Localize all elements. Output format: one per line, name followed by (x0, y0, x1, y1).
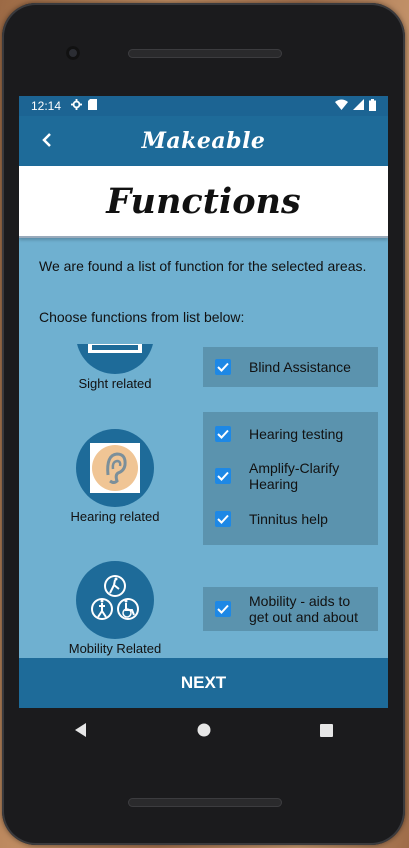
earpiece-speaker (128, 49, 282, 58)
category-label-sight: Sight related (78, 376, 152, 391)
function-label: Tinnitus help (249, 511, 328, 527)
function-item-mobility-aids[interactable]: Mobility - aids to get out and about (203, 587, 378, 631)
settings-icon (71, 99, 83, 113)
category-label-mobility: Mobility Related (68, 641, 162, 656)
function-item-hearing-testing[interactable]: Hearing testing (203, 416, 378, 452)
nav-home-button[interactable] (184, 710, 224, 750)
page-header: Functions (19, 166, 388, 238)
function-item-blind-assistance[interactable]: Blind Assistance (203, 347, 378, 387)
category-label-hearing: Hearing related (70, 509, 160, 524)
android-nav-bar (19, 708, 388, 752)
function-item-amplify-clarify[interactable]: Amplify-Clarify Hearing (203, 452, 378, 500)
checkbox-checked-icon[interactable] (215, 426, 231, 442)
triangle-back-icon (74, 723, 86, 737)
circle-home-icon (197, 723, 210, 737)
next-button[interactable]: NEXT (19, 658, 388, 708)
status-time: 12:14 (31, 99, 62, 113)
bottom-speaker (128, 798, 282, 807)
square-recents-icon (320, 723, 333, 737)
app-bar: Makeable (19, 116, 388, 166)
checkbox-checked-icon[interactable] (215, 359, 231, 375)
function-item-tinnitus-help[interactable]: Tinnitus help (203, 500, 378, 538)
function-label: Mobility - aids to get out and about (249, 593, 358, 625)
page-title: Functions (106, 180, 301, 222)
nav-recents-button[interactable] (307, 710, 347, 750)
app-title: Makeable (141, 128, 266, 154)
category-icon-sight (76, 344, 154, 374)
checkbox-checked-icon[interactable] (215, 601, 231, 617)
next-button-label: NEXT (180, 673, 227, 692)
nav-back-button[interactable] (61, 710, 101, 750)
checkbox-checked-icon[interactable] (215, 511, 231, 527)
battery-icon (369, 98, 376, 114)
ear-icon (90, 443, 140, 493)
function-panel-sight: Blind Assistance (203, 347, 378, 387)
function-panel-mobility: Mobility - aids to get out and about (203, 587, 378, 631)
eye-chart-icon (88, 344, 142, 353)
function-panel-hearing: Hearing testing Amplify-Clarify Hearing … (203, 412, 378, 545)
function-label: Hearing testing (249, 426, 344, 442)
app-screen: 12:14 Makeable Functions We are found a … (19, 96, 388, 708)
wifi-icon (335, 99, 348, 113)
back-button[interactable] (35, 128, 59, 152)
front-camera (66, 46, 80, 60)
choose-text: Choose functions from list below: (39, 309, 245, 325)
category-icon-hearing (76, 429, 154, 507)
function-label: Amplify-Clarify Hearing (249, 460, 340, 492)
intro-text: We are found a list of function for the … (39, 258, 367, 274)
chevron-left-icon (42, 133, 51, 147)
status-bar: 12:14 (19, 96, 388, 116)
function-label: Blind Assistance (249, 359, 351, 375)
function-list[interactable]: Sight related Blind Assistance Hearing r… (19, 344, 388, 656)
checkbox-checked-icon[interactable] (215, 468, 231, 484)
category-icon-mobility (76, 561, 154, 639)
signal-icon (353, 99, 364, 113)
sd-card-icon (88, 99, 98, 113)
mobility-icon (91, 575, 139, 620)
